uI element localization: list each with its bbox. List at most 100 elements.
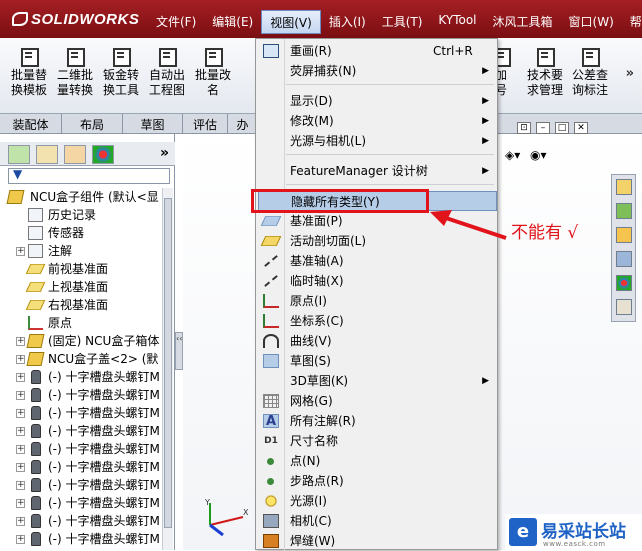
tree-item-16[interactable]: + (-) 十字槽盘头螺钉M — [0, 476, 162, 494]
tree-scrollbar[interactable] — [162, 188, 173, 550]
expand-icon[interactable]: + — [16, 409, 25, 418]
expand-icon[interactable]: + — [16, 535, 25, 544]
view-menu-item-25[interactable]: 相机(C) — [258, 511, 497, 531]
tree-item-7[interactable]: 原点 — [0, 314, 162, 332]
tree-item-1[interactable]: 历史记录 — [0, 206, 162, 224]
view-menu-item-1[interactable]: 荧屏捕获(N) ▶ — [258, 61, 497, 81]
view-menu-item-3[interactable]: 显示(D) ▶ — [258, 91, 497, 111]
tab-1[interactable]: 布局 — [62, 114, 123, 134]
view-menu-item-18[interactable]: 3D草图(K) ▶ — [258, 371, 497, 391]
property-manager-tab-icon[interactable] — [36, 145, 58, 164]
expand-icon[interactable]: + — [16, 355, 25, 364]
tab-3[interactable]: 评估 — [183, 114, 228, 134]
expand-icon[interactable]: + — [16, 481, 25, 490]
expand-icon[interactable]: + — [16, 337, 25, 346]
submenu-arrow-icon: ▶ — [482, 66, 489, 76]
view-palette-icon[interactable] — [616, 251, 632, 267]
menu-2[interactable]: 视图(V) — [261, 10, 321, 34]
panel-more-icon[interactable]: » — [160, 145, 169, 161]
view-menu-item-7[interactable]: FeatureManager 设计树 ▶ — [258, 161, 497, 181]
view-menu-item-4[interactable]: 修改(M) ▶ — [258, 111, 497, 131]
route-point-icon — [267, 478, 274, 485]
maximize-icon[interactable]: □ — [555, 122, 569, 134]
view-menu-item-17[interactable]: 草图(S) — [258, 351, 497, 371]
view-menu-item-20[interactable]: A 所有注解(R) — [258, 411, 497, 431]
expand-icon[interactable]: + — [16, 247, 25, 256]
tree-item-6[interactable]: 右视基准面 — [0, 296, 162, 314]
feature-tree-tab-icon[interactable] — [8, 145, 30, 164]
appearances-icon[interactable] — [616, 275, 632, 291]
toolbar-button-left_buttons-4[interactable]: 批量改名 — [190, 46, 236, 98]
expand-icon[interactable]: + — [16, 499, 25, 508]
tab-4[interactable]: 办 — [228, 114, 258, 134]
tree-item-15[interactable]: + (-) 十字槽盘头螺钉M — [0, 458, 162, 476]
toolbar-button-left_buttons-2[interactable]: 钣金转 换工具 — [98, 46, 144, 98]
tree-item-13[interactable]: + (-) 十字槽盘头螺钉M — [0, 422, 162, 440]
view-menu-item-13[interactable]: 临时轴(X) — [258, 271, 497, 291]
view-menu-item-22[interactable]: 点(N) — [258, 451, 497, 471]
custom-properties-icon[interactable] — [616, 299, 632, 315]
menu-6[interactable]: 沐风工具箱 — [485, 10, 561, 34]
view-menu-item-16[interactable]: 曲线(V) — [258, 331, 497, 351]
tab-0[interactable]: 装配体 — [0, 114, 62, 134]
menu-0[interactable]: 文件(F) — [148, 10, 204, 34]
tree-item-2[interactable]: 传感器 — [0, 224, 162, 242]
view-menu-item-24[interactable]: 光源(I) — [258, 491, 497, 511]
tree-filter[interactable]: ▼ — [8, 167, 170, 184]
configuration-manager-tab-icon[interactable] — [64, 145, 86, 164]
tree-item-5[interactable]: 上视基准面 — [0, 278, 162, 296]
panel-splitter-handle[interactable]: ‹‹ — [175, 332, 183, 370]
menu-8[interactable]: 帮助(H) — [622, 10, 642, 34]
close-icon[interactable]: ✕ — [574, 122, 588, 134]
scrollbar-thumb[interactable] — [164, 198, 172, 528]
file-explorer-icon[interactable] — [616, 227, 632, 243]
expand-icon[interactable]: + — [16, 373, 25, 382]
expand-icon[interactable]: + — [16, 463, 25, 472]
tree-item-10[interactable]: + (-) 十字槽盘头螺钉M — [0, 368, 162, 386]
expand-icon[interactable]: + — [16, 391, 25, 400]
expand-icon[interactable]: + — [16, 445, 25, 454]
tree-item-14[interactable]: + (-) 十字槽盘头螺钉M — [0, 440, 162, 458]
expand-icon[interactable]: + — [16, 427, 25, 436]
view-menu-item-23[interactable]: 步路点(R) — [258, 471, 497, 491]
view-menu-item-5[interactable]: 光源与相机(L) ▶ — [258, 131, 497, 151]
toolbar-button-right_buttons-2[interactable]: 公差查 询标注 — [567, 46, 613, 98]
tree-item-19[interactable]: + (-) 十字槽盘头螺钉M — [0, 530, 162, 548]
tab-2[interactable]: 草图 — [123, 114, 183, 134]
design-library-icon[interactable] — [616, 203, 632, 219]
display-style-icon[interactable]: ◉▾ — [530, 148, 547, 162]
tree-item-18[interactable]: + (-) 十字槽盘头螺钉M — [0, 512, 162, 530]
view-menu-item-12[interactable]: 基准轴(A) — [258, 251, 497, 271]
tree-item-11[interactable]: + (-) 十字槽盘头螺钉M — [0, 386, 162, 404]
menu-5[interactable]: KYTool — [430, 10, 484, 34]
tree-item-0[interactable]: NCU盒子组件 (默认<显 — [0, 188, 162, 206]
menu-4[interactable]: 工具(T) — [374, 10, 431, 34]
view-menu-item-26[interactable]: 焊缝(W) — [258, 531, 497, 551]
view-menu-item-14[interactable]: 原点(I) — [258, 291, 497, 311]
toolbar-label-line1: 自动出 — [148, 68, 185, 82]
minimize-icon[interactable]: – — [536, 122, 550, 134]
appearance-tab-icon[interactable] — [92, 145, 114, 164]
menu-1[interactable]: 编辑(E) — [204, 10, 261, 34]
tree-item-4[interactable]: 前视基准面 — [0, 260, 162, 278]
toolbar-button-left_buttons-3[interactable]: 自动出 工程图 — [144, 46, 190, 98]
restore-icon[interactable]: ⊡ — [517, 122, 531, 134]
view-menu-item-21[interactable]: D1 尺寸名称 — [258, 431, 497, 451]
view-orientation-icon[interactable]: ◈▾ — [505, 148, 520, 162]
menu-3[interactable]: 插入(I) — [321, 10, 374, 34]
view-menu-item-19[interactable]: 网格(G) — [258, 391, 497, 411]
view-menu-item-0[interactable]: 重画(R) Ctrl+R — [258, 41, 497, 61]
tree-item-12[interactable]: + (-) 十字槽盘头螺钉M — [0, 404, 162, 422]
tree-item-8[interactable]: + (固定) NCU盒子箱体 — [0, 332, 162, 350]
toolbar-button-left_buttons-0[interactable]: 批量替 换模板 — [6, 46, 52, 98]
toolbar-button-left_buttons-1[interactable]: 二维批 量转换 — [52, 46, 98, 98]
toolbar-button-right_buttons-1[interactable]: 技术要 求管理 — [522, 46, 568, 98]
view-menu-item-15[interactable]: 坐标系(C) — [258, 311, 497, 331]
tree-item-9[interactable]: + NCU盒子盖<2> (默 — [0, 350, 162, 368]
menu-7[interactable]: 窗口(W) — [561, 10, 622, 34]
home-icon[interactable] — [616, 179, 632, 195]
toolbar-more-icon[interactable]: » — [626, 66, 634, 81]
tree-item-17[interactable]: + (-) 十字槽盘头螺钉M — [0, 494, 162, 512]
tree-item-3[interactable]: + 注解 — [0, 242, 162, 260]
expand-icon[interactable]: + — [16, 517, 25, 526]
